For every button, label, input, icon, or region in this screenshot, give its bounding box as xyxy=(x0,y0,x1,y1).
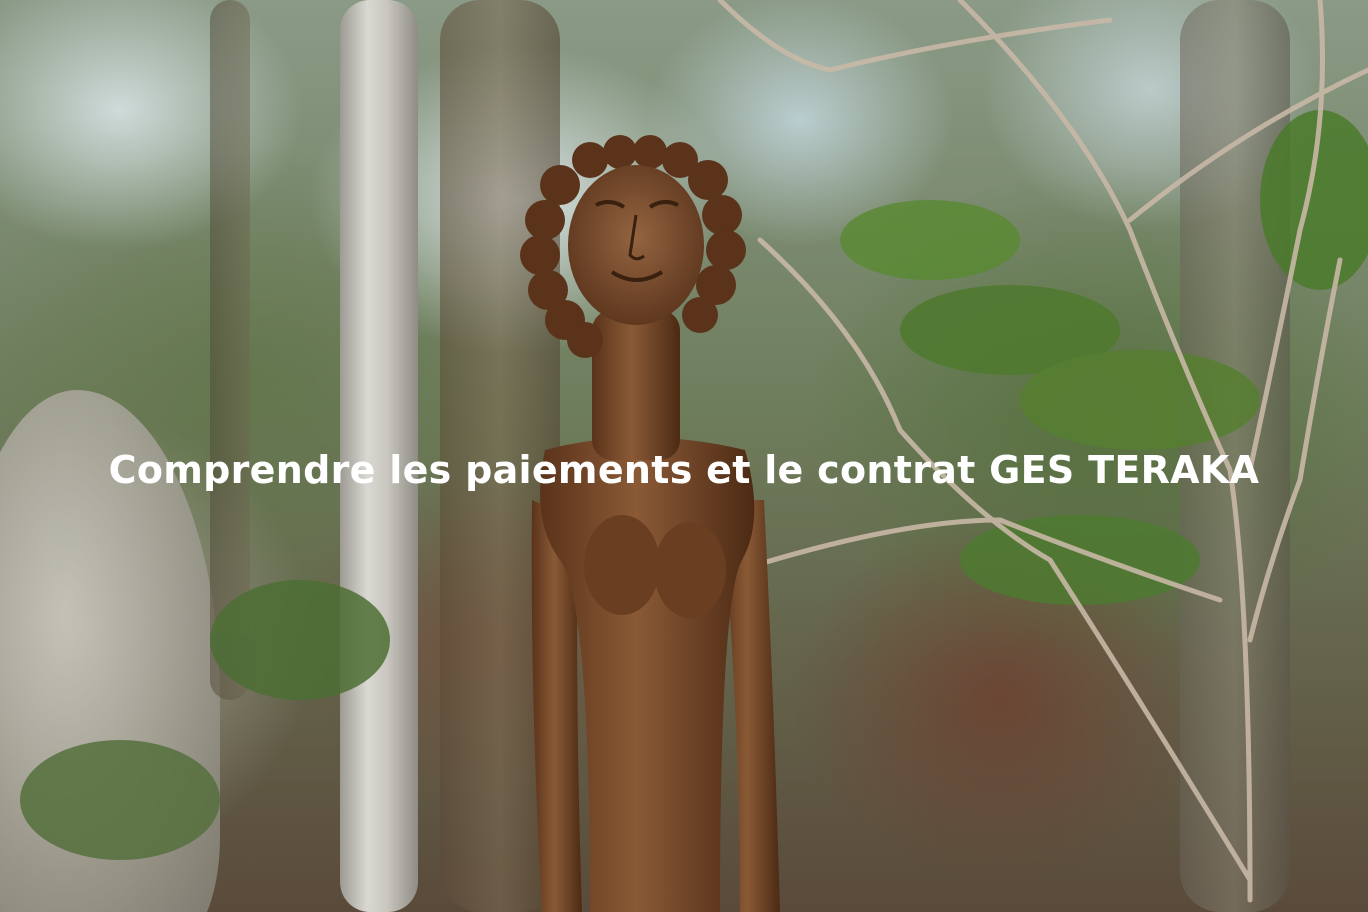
carved-figure xyxy=(520,135,780,912)
photo-scene: Comprendre les paiements et le contrat G… xyxy=(0,0,1368,912)
overlay-caption: Comprendre les paiements et le contrat G… xyxy=(108,448,1260,492)
